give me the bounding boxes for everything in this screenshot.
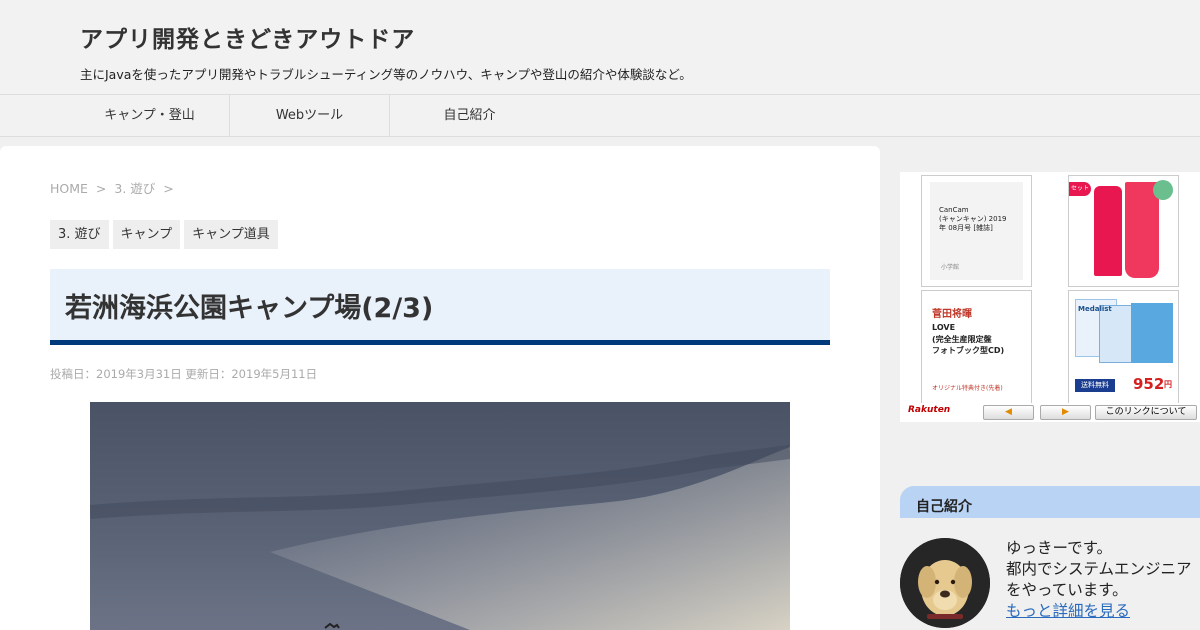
ad-about-link[interactable]: このリンクについて — [1095, 405, 1197, 420]
ad-price-unit: 円 — [1164, 380, 1172, 389]
profile-line: 都内でシステムエンジニア — [1006, 560, 1192, 578]
breadcrumb-separator: > — [163, 181, 174, 196]
profile-avatar — [900, 538, 990, 628]
nav-item-profile[interactable]: 自己紹介 — [390, 95, 549, 136]
ad-product-haircare[interactable]: セット — [1068, 175, 1179, 287]
ad-medalist-brand: Medalist — [1078, 305, 1112, 313]
ad-shipping-badge: 送料無料 — [1075, 379, 1115, 392]
profile-line: ゆっきーです。 — [1006, 539, 1113, 557]
rakuten-ad: CanCam (キャンキャン) 2019 年 08月号 [雑誌] 小学館 セット… — [900, 172, 1200, 422]
global-nav: キャンプ・登山 Webツール 自己紹介 — [0, 94, 1200, 137]
breadcrumb-separator: > — [95, 181, 107, 196]
ad-footer: Rakuten ◀ ▶ このリンクについて — [900, 403, 1200, 422]
ad-price: 952 — [1133, 375, 1165, 393]
ad-product-publisher: 小学館 — [941, 264, 960, 271]
ad-cd-format: フォトブック型CD) — [932, 346, 1005, 355]
post-dates: 投稿日：2019年3月31日 更新日：2019年5月11日 — [50, 367, 318, 381]
profile-widget-title: 自己紹介 — [900, 486, 1200, 518]
category-tags: 3. 遊び キャンプ キャンプ道具 — [50, 220, 278, 249]
tag-camp[interactable]: キャンプ — [112, 220, 181, 249]
nav-item-camp-climbing[interactable]: キャンプ・登山 — [70, 95, 229, 136]
breadcrumb-category[interactable]: 3. 遊び — [114, 181, 155, 196]
ad-product-medalist[interactable]: Medalist 送料無料 952 円 — [1068, 290, 1179, 404]
ad-next-button[interactable]: ▶ — [1040, 405, 1091, 420]
ad-product-magazine[interactable]: CanCam (キャンキャン) 2019 年 08月号 [雑誌] 小学館 — [921, 175, 1032, 287]
ad-cd-title: LOVE — [932, 323, 956, 332]
ad-cd-artist: 菅田将暉 — [932, 309, 972, 320]
ad-product-cd[interactable]: 菅田将暉 LOVE (完全生産限定盤 フォトブック型CD) オリジナル特典付き(… — [921, 290, 1032, 404]
ad-prev-button[interactable]: ◀ — [983, 405, 1034, 420]
rakuten-logo[interactable]: Rakuten — [908, 405, 950, 415]
tag-camp-gear[interactable]: キャンプ道具 — [184, 220, 278, 249]
tag-play[interactable]: 3. 遊び — [50, 220, 109, 249]
main-content: HOME > 3. 遊び > 3. 遊び キャンプ キャンプ道具 若洲海浜公園キ… — [0, 146, 880, 630]
ad-cd-note: オリジナル特典付き(先着) — [932, 385, 1003, 392]
breadcrumb-home[interactable]: HOME — [50, 181, 88, 196]
article-photo — [90, 402, 790, 630]
site-title[interactable]: アプリ開発ときどきアウトドア — [80, 20, 415, 54]
ad-cd-edition: (完全生産限定盤 — [932, 335, 992, 344]
site-header: アプリ開発ときどきアウトドア 主にJavaを使ったアプリ開発やトラブルシューティ… — [0, 0, 1200, 94]
ad-set-badge: セット — [1069, 182, 1091, 196]
widget-title-text: 自己紹介 — [916, 499, 972, 515]
profile-more-link[interactable]: もっと詳細を見る — [1006, 602, 1130, 620]
entry-title-box: 若洲海浜公園キャンプ場(2/3) — [50, 269, 830, 345]
site-description: 主にJavaを使ったアプリ開発やトラブルシューティング等のノウハウ、キャンプや登… — [80, 67, 692, 82]
breadcrumb: HOME > 3. 遊び > — [50, 178, 178, 197]
entry-title: 若洲海浜公園キャンプ場(2/3) — [65, 293, 434, 324]
nav-item-web-tools[interactable]: Webツール — [230, 95, 389, 136]
profile-text: ゆっきーです。 都内でシステムエンジニア をやっています。 もっと詳細を見る — [1006, 538, 1200, 622]
ad-product-title: CanCam (キャンキャン) 2019 年 08月号 [雑誌] — [939, 206, 1007, 232]
profile-line: をやっています。 — [1006, 581, 1128, 599]
